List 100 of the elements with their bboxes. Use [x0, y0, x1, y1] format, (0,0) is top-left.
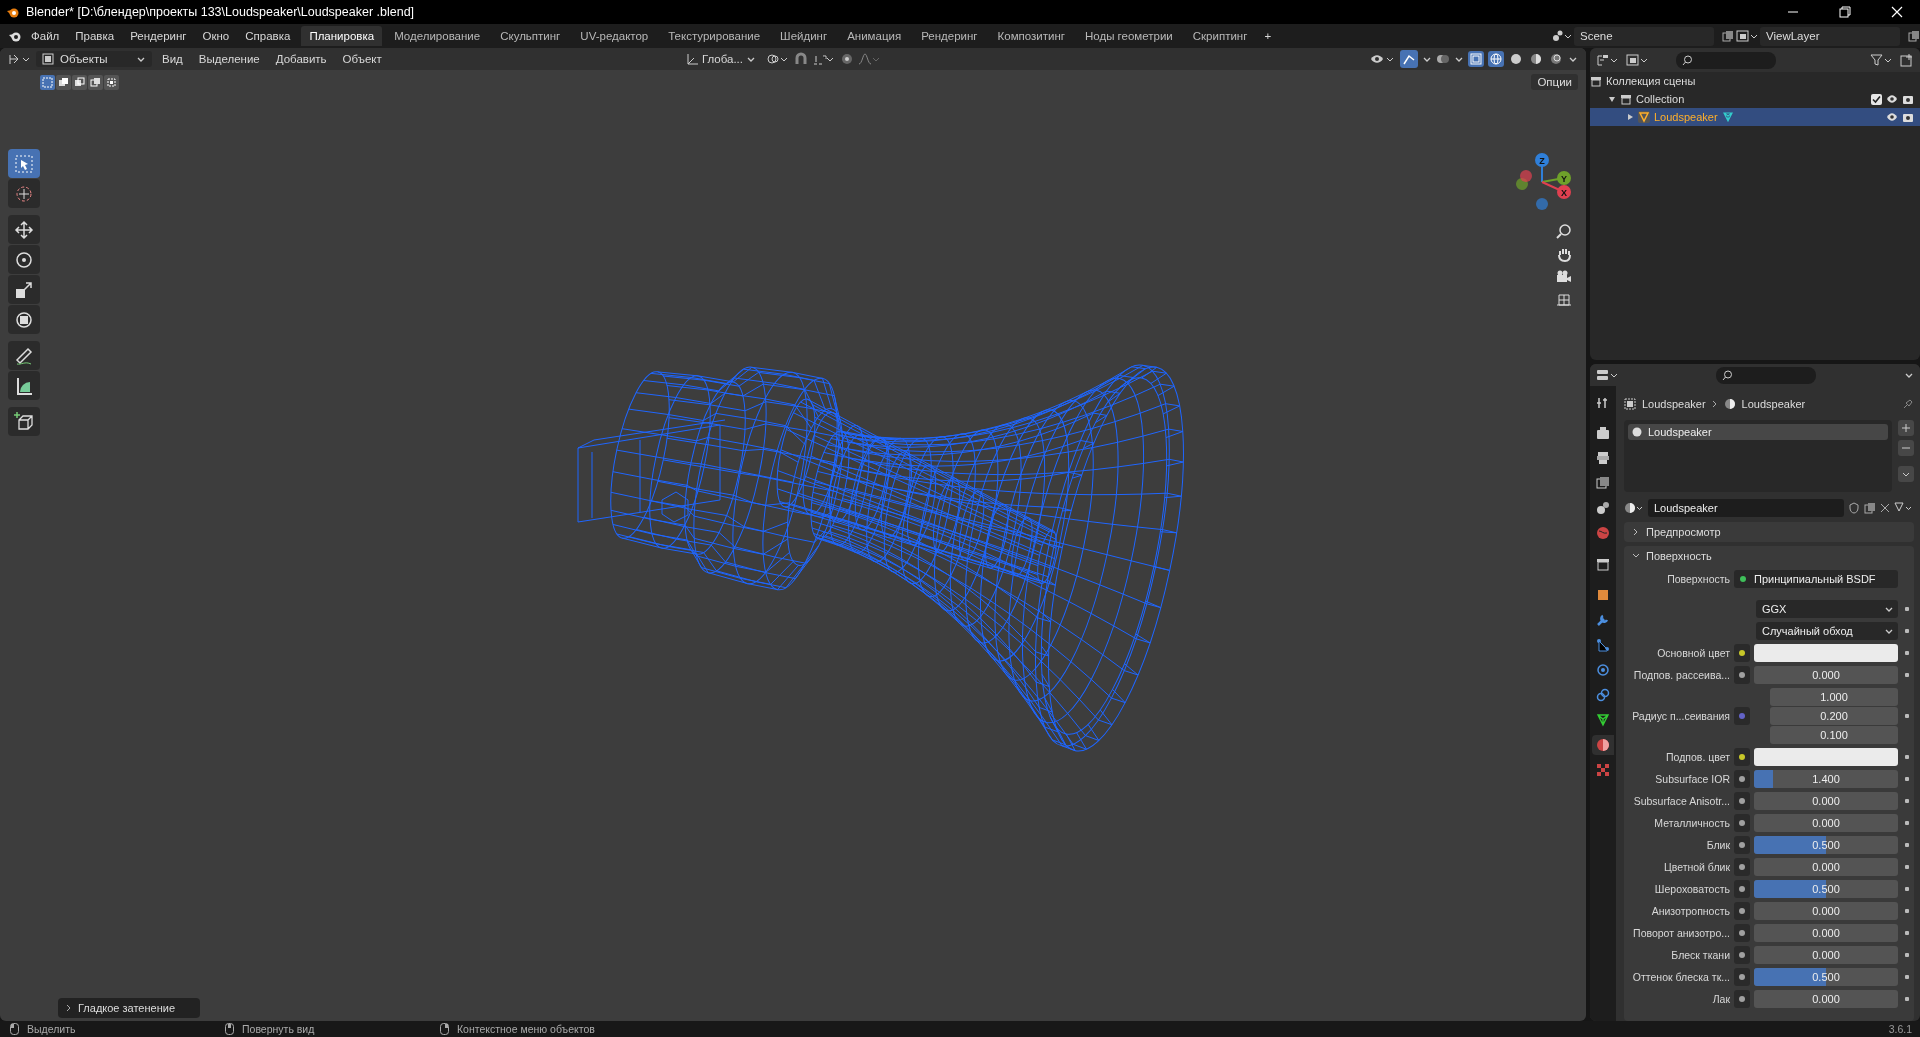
panel-header[interactable]: Поверхность: [1624, 546, 1914, 566]
transform-tool-button[interactable]: [8, 305, 40, 334]
camera-icon[interactable]: [1902, 111, 1914, 123]
zoom-icon[interactable]: [1556, 223, 1572, 239]
duplicate-icon[interactable]: [1864, 502, 1876, 514]
scale-tool-button[interactable]: [8, 275, 40, 304]
solid-shading-icon[interactable]: [1510, 53, 1522, 65]
wireframe-shading-icon[interactable]: [1490, 53, 1502, 65]
value-slider[interactable]: 0.000: [1754, 814, 1898, 832]
caret-icon[interactable]: [1884, 605, 1894, 613]
number-field[interactable]: 0.200: [1770, 707, 1898, 725]
axis-handle[interactable]: [1535, 153, 1549, 167]
select-mode-button[interactable]: [104, 75, 119, 90]
menu-item[interactable]: Объект: [336, 51, 388, 67]
outliner-label[interactable]: Loudspeaker: [1654, 111, 1718, 123]
value-slider[interactable]: 0.000: [1754, 902, 1898, 920]
socket-button[interactable]: [1734, 792, 1750, 810]
socket-button[interactable]: [1734, 990, 1750, 1008]
workspace-tab[interactable]: Ноды геометрии: [1077, 26, 1181, 46]
last-operation-panel[interactable]: Гладкое затенение: [58, 998, 200, 1018]
caret-icon[interactable]: [1904, 371, 1914, 379]
socket-button[interactable]: [1734, 858, 1750, 876]
new-collection-icon[interactable]: [1900, 53, 1914, 67]
close-icon[interactable]: [1880, 503, 1890, 513]
breadcrumb-item[interactable]: Loudspeaker: [1642, 398, 1706, 410]
workspace-tab[interactable]: Анимация: [839, 26, 910, 46]
select-mode-button[interactable]: [72, 75, 87, 90]
view-layer-field[interactable]: ViewLayer: [1760, 26, 1900, 46]
hand-icon[interactable]: [1556, 246, 1572, 262]
material-browse-icon[interactable]: [1624, 501, 1644, 515]
caret-icon[interactable]: [1884, 627, 1894, 635]
workspace-tab[interactable]: Композитинг: [989, 26, 1073, 46]
menu-item[interactable]: Правка: [68, 27, 122, 45]
socket-button[interactable]: [1734, 836, 1750, 854]
workspace-tab[interactable]: Текстурирование: [660, 26, 769, 46]
outliner-row[interactable]: Loudspeaker: [1590, 108, 1920, 126]
socket-button[interactable]: [1734, 880, 1750, 898]
caret-icon[interactable]: [136, 55, 146, 63]
menu-item[interactable]: Выделение: [192, 51, 266, 67]
material-slot-list[interactable]: Loudspeaker: [1624, 420, 1892, 492]
value-slider[interactable]: 0.000: [1754, 924, 1898, 942]
value-slider[interactable]: 0.000: [1754, 792, 1898, 810]
orientation-dropdown[interactable]: Глоба...: [678, 50, 762, 68]
breadcrumb-item[interactable]: Loudspeaker: [1741, 398, 1806, 410]
add-cube-tool-button[interactable]: [8, 407, 40, 436]
socket-button[interactable]: [1734, 748, 1750, 766]
value-slider[interactable]: 0.500: [1754, 836, 1898, 854]
number-field[interactable]: 0.100: [1770, 726, 1898, 744]
workspace-tab[interactable]: Планировка: [301, 26, 383, 46]
camera-icon[interactable]: [1902, 93, 1914, 105]
proportional-icon[interactable]: [840, 52, 854, 66]
value-slider[interactable]: 0.500: [1754, 968, 1898, 986]
measure-tool-button[interactable]: [8, 371, 40, 400]
rotate-tool-button[interactable]: [8, 245, 40, 274]
select-mode-button[interactable]: [88, 75, 103, 90]
duplicate-icon[interactable]: [1722, 30, 1734, 42]
add-workspace-button[interactable]: +: [1257, 27, 1279, 45]
menu-item[interactable]: Рендеринг: [123, 27, 194, 45]
material-tab[interactable]: [1592, 735, 1614, 755]
material-slot[interactable]: Loudspeaker: [1628, 424, 1888, 440]
checkbox[interactable]: [1871, 93, 1882, 105]
workspace-tab[interactable]: UV-редактор: [572, 26, 657, 46]
move-tool-button[interactable]: [8, 215, 40, 244]
socket-button[interactable]: [1734, 814, 1750, 832]
cursor-tool-button[interactable]: [8, 179, 40, 208]
overlay-icon[interactable]: [1436, 52, 1450, 66]
grid-icon[interactable]: [1556, 292, 1572, 308]
workspace-tab[interactable]: Шейдинг: [772, 26, 836, 46]
socket-button[interactable]: [1734, 770, 1750, 788]
eye-icon[interactable]: [1886, 93, 1898, 105]
workspace-tab[interactable]: Скульптинг: [492, 26, 569, 46]
gizmo-toggle-icon[interactable]: [1402, 52, 1416, 66]
material-shading-icon[interactable]: [1530, 53, 1542, 65]
mode-dropdown[interactable]: Объекты: [36, 51, 152, 67]
color-swatch[interactable]: [1754, 644, 1898, 662]
menu-item[interactable]: Вид: [156, 51, 189, 67]
annotate-tool-button[interactable]: [8, 341, 40, 370]
camera-icon[interactable]: [1556, 269, 1572, 285]
socket-button[interactable]: [1734, 644, 1750, 662]
outliner-label[interactable]: Коллекция сцены: [1606, 75, 1696, 87]
caret-icon[interactable]: [1454, 55, 1464, 63]
negative-axis-handle[interactable]: [1536, 198, 1548, 210]
editor-type-icon[interactable]: [8, 52, 32, 66]
menu-item[interactable]: Окно: [195, 27, 237, 45]
value-slider[interactable]: 0.000: [1754, 946, 1898, 964]
axis-handle[interactable]: [1557, 185, 1571, 199]
number-field[interactable]: 1.000: [1770, 688, 1898, 706]
fake-user-icon[interactable]: [1848, 502, 1860, 514]
socket-button[interactable]: [1734, 946, 1750, 964]
editor-type-icon[interactable]: [1596, 368, 1620, 382]
value-slider[interactable]: 0.000: [1754, 666, 1898, 684]
menu-item[interactable]: Добавить: [269, 51, 333, 67]
rendered-shading-icon[interactable]: [1550, 53, 1562, 65]
display-mode-icon[interactable]: [1626, 53, 1650, 67]
value-slider[interactable]: 0.000: [1754, 990, 1898, 1008]
search-field[interactable]: [1716, 366, 1816, 384]
restore-icon[interactable]: [1839, 6, 1851, 18]
dropdown[interactable]: GGX: [1756, 600, 1898, 618]
duplicate-icon[interactable]: [1908, 30, 1920, 42]
negative-axis-handle[interactable]: [1520, 170, 1532, 182]
